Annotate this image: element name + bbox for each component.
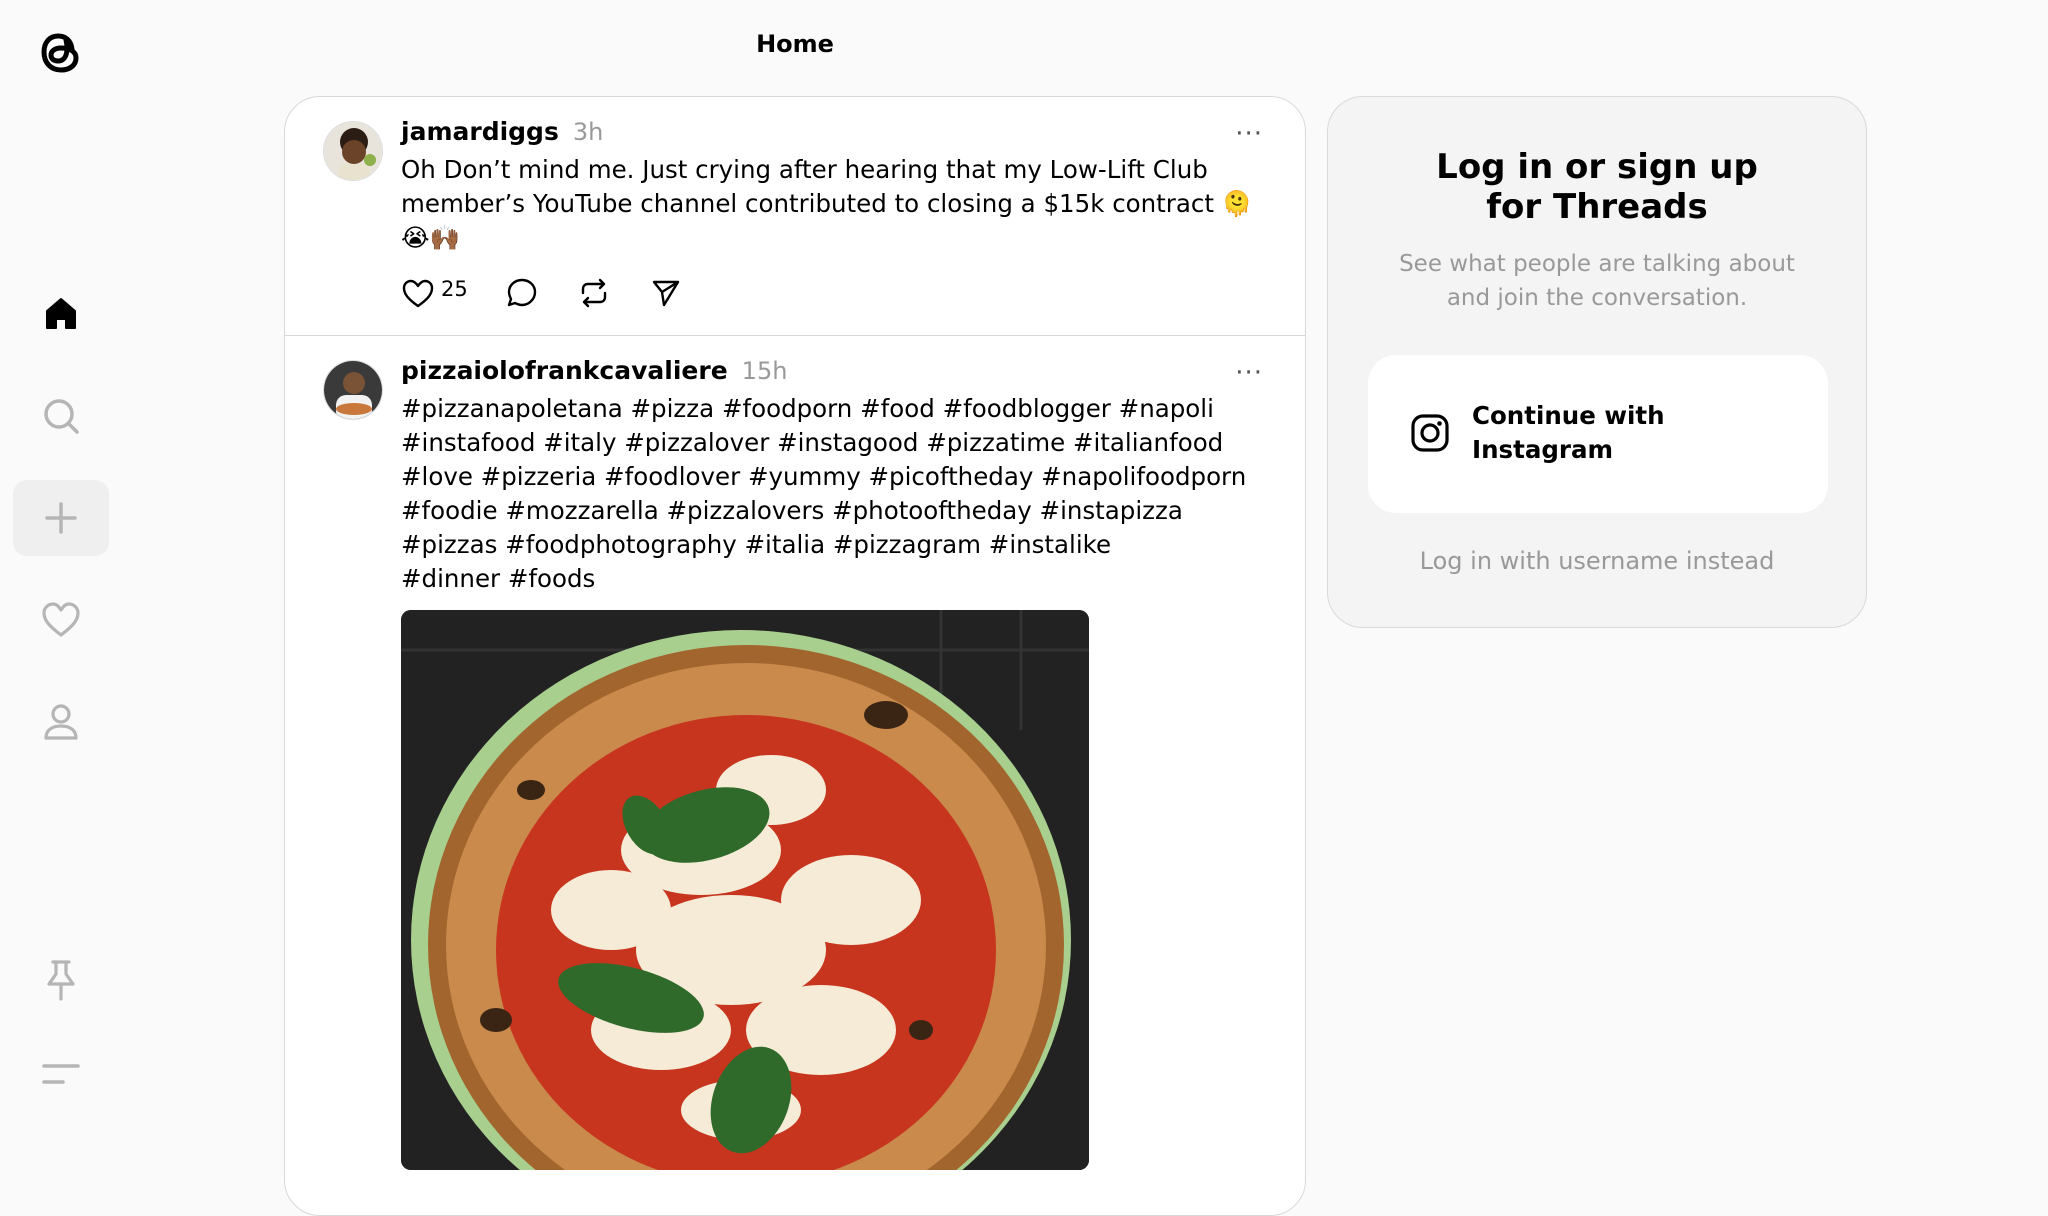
search-icon — [44, 399, 79, 434]
post-text: #pizzanapoletana #pizza #foodporn #food … — [401, 394, 1247, 593]
repost-icon — [581, 278, 606, 308]
home-icon — [46, 298, 76, 329]
more-options-icon[interactable]: ··· — [1235, 358, 1263, 388]
threads-logo-icon[interactable] — [34, 22, 86, 82]
post[interactable]: pizzaiolofrankcavaliere 15h ··· #pizzana… — [285, 335, 1305, 1194]
heart-icon — [42, 602, 80, 637]
login-card: Log in or sign up for Threads See what p… — [1327, 96, 1867, 628]
avatar[interactable] — [323, 360, 383, 420]
post-time: 3h — [572, 118, 604, 146]
share-button[interactable] — [650, 277, 682, 309]
more-options-icon[interactable]: ··· — [1235, 119, 1263, 149]
post-username[interactable]: jamardiggs — [401, 117, 559, 146]
post-time: 15h — [741, 357, 788, 385]
post-actions: 25 — [401, 275, 1269, 311]
feed: jamardiggs 3h ··· Oh Don’t mind me. Just… — [284, 96, 1306, 1216]
post-text: Oh Don’t mind me. Just crying after hear… — [401, 155, 1253, 252]
instagram-icon — [1411, 414, 1449, 452]
instagram-button-label: Continue with Instagram — [1472, 401, 1665, 464]
page-title: Home — [756, 30, 834, 58]
post-username[interactable]: pizzaiolofrankcavaliere — [401, 356, 728, 385]
heart-icon — [402, 279, 434, 308]
plus-icon — [45, 502, 77, 534]
nav-menu[interactable] — [13, 1036, 109, 1112]
pin-icon — [47, 960, 75, 1001]
nav-search[interactable] — [13, 378, 109, 454]
nav-activity[interactable] — [13, 582, 109, 658]
like-count: 25 — [441, 277, 468, 301]
avatar[interactable] — [323, 121, 383, 181]
login-subtitle: See what people are talking about and jo… — [1399, 251, 1795, 311]
continue-with-instagram-button[interactable]: Continue with Instagram — [1368, 355, 1828, 513]
menu-icon — [42, 1064, 80, 1084]
pizza-photo[interactable] — [401, 610, 1089, 1170]
nav-pinned[interactable] — [13, 942, 109, 1018]
post[interactable]: jamardiggs 3h ··· Oh Don’t mind me. Just… — [285, 97, 1305, 335]
username-login-link[interactable]: Log in with username instead — [1328, 547, 1866, 575]
reply-button[interactable] — [506, 277, 538, 309]
sidebar — [0, 0, 118, 1152]
repost-button[interactable] — [578, 277, 610, 309]
like-button[interactable]: 25 — [401, 277, 468, 309]
login-title: Log in or sign up for Threads — [1436, 147, 1758, 227]
nav-profile[interactable] — [13, 684, 109, 760]
comment-icon — [507, 278, 536, 307]
nav-home[interactable] — [13, 276, 109, 352]
send-icon — [652, 280, 679, 307]
nav-create[interactable] — [13, 480, 109, 556]
user-icon — [44, 704, 78, 740]
